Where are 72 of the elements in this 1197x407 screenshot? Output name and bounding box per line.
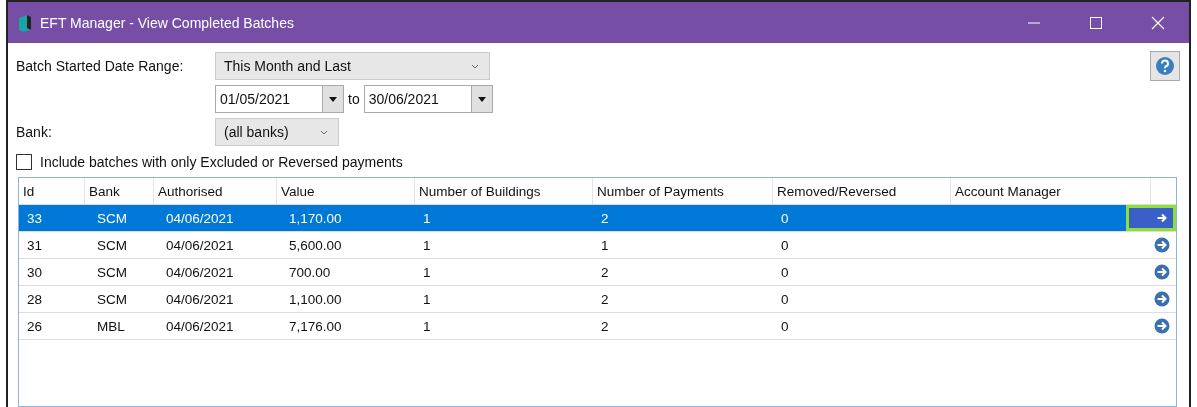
table-cell-text: 30 [26, 264, 44, 280]
arrow-icon[interactable] [1154, 318, 1170, 334]
chevron-icon [471, 63, 479, 69]
column-header[interactable]: Id [19, 178, 85, 204]
arrow-icon[interactable] [1154, 237, 1170, 253]
table-cell-text: 04/06/2021 [165, 318, 235, 334]
table-cell-text: MBL [96, 318, 126, 334]
date-range-dropdown[interactable]: This Month and Last [215, 52, 490, 80]
table-cell-text: 2 [600, 291, 610, 307]
table-row[interactable]: 30 SCM 04/06/2021 700.00 1 2 0 [19, 259, 1176, 286]
table-cell-text: 1 [422, 264, 432, 280]
table-cell-text: 1 [422, 318, 432, 334]
checkbox-label: Include batches with only Excluded or Reversed payments [40, 154, 403, 170]
table-cell-text: 5,600.00 [288, 237, 343, 253]
column-header[interactable]: Authorised [154, 178, 277, 204]
table-cell-text: 26 [26, 318, 44, 334]
table-cell-text: SCM [96, 210, 128, 226]
table-cell-text: 04/06/2021 [165, 264, 235, 280]
table-cell-text: 04/06/2021 [165, 237, 235, 253]
table-row[interactable]: 33 SCM 04/06/2021 1,170.00 1 2 0 [19, 205, 1176, 232]
date-from-field[interactable]: 01/05/2021 [215, 85, 344, 113]
minimize-icon [1027, 21, 1041, 24]
table-cell-text: 0 [780, 237, 790, 253]
column-header[interactable]: Number of Buildings [415, 178, 593, 204]
table-cell-text: 0 [780, 318, 790, 334]
table-cell-text: 04/06/2021 [165, 291, 235, 307]
column-header[interactable]: Account Manager [951, 178, 1151, 204]
app-icon [18, 13, 32, 32]
table-cell-text: 1 [600, 237, 610, 253]
table-cell-text: 1 [422, 291, 432, 307]
dropdown-arrow-icon [477, 96, 486, 102]
table-cell-text: 7,176.00 [288, 318, 343, 334]
bank-label: Bank: [16, 123, 53, 140]
table-cell-text: 0 [780, 210, 790, 226]
table-cell-text: 2 [600, 264, 610, 280]
table-row[interactable]: 31 SCM 04/06/2021 5,600.00 1 1 0 [19, 232, 1176, 259]
table-row[interactable]: 28 SCM 04/06/2021 1,100.00 1 2 0 [19, 286, 1176, 313]
table-cell-text: SCM [96, 291, 128, 307]
column-header[interactable]: Removed/Reversed [773, 178, 951, 204]
table-cell-text: SCM [96, 264, 128, 280]
column-header[interactable]: Number of Payments [593, 178, 773, 204]
table-cell-text: 1,170.00 [288, 210, 343, 226]
table-cell-text: 04/06/2021 [165, 210, 235, 226]
arrow-icon[interactable] [1154, 291, 1170, 307]
help-button[interactable] [1150, 51, 1180, 81]
column-header[interactable]: Value [277, 178, 415, 204]
window-title: EFT Manager - View Completed Batches [40, 14, 294, 31]
table-cell-text: 700.00 [288, 264, 332, 280]
table-cell-text: 0 [780, 291, 790, 307]
close-icon [1151, 15, 1165, 30]
to-label: to [348, 91, 360, 107]
table-cell-text: 0 [780, 264, 790, 280]
table-cell-text: SCM [96, 237, 128, 253]
table-cell-text: 31 [26, 237, 44, 253]
bank-dropdown[interactable]: (all banks) [215, 118, 339, 146]
dropdown-arrow-icon [329, 96, 337, 102]
date-range-label: Batch Started Date Range: [16, 58, 185, 74]
column-header[interactable]: Bank [85, 178, 154, 204]
arrow-icon[interactable] [1154, 264, 1170, 280]
table-cell-text: 33 [26, 210, 44, 226]
table-row[interactable]: 26 MBL 04/06/2021 7,176.00 1 2 0 [19, 313, 1176, 340]
table-cell-text: 1,100.00 [288, 291, 343, 307]
date-to-field[interactable]: 30/06/2021 [363, 85, 493, 113]
help-icon [1155, 56, 1175, 76]
table-cell-text: 1 [422, 237, 432, 253]
table-cell-text: 2 [600, 318, 610, 334]
checkbox[interactable] [16, 154, 32, 170]
chevron-icon [320, 129, 328, 135]
table-cell-text: 28 [26, 291, 44, 307]
table-cell-text: 2 [600, 210, 610, 226]
table-cell-text: 1 [422, 210, 432, 226]
maximize-icon [1089, 15, 1103, 30]
